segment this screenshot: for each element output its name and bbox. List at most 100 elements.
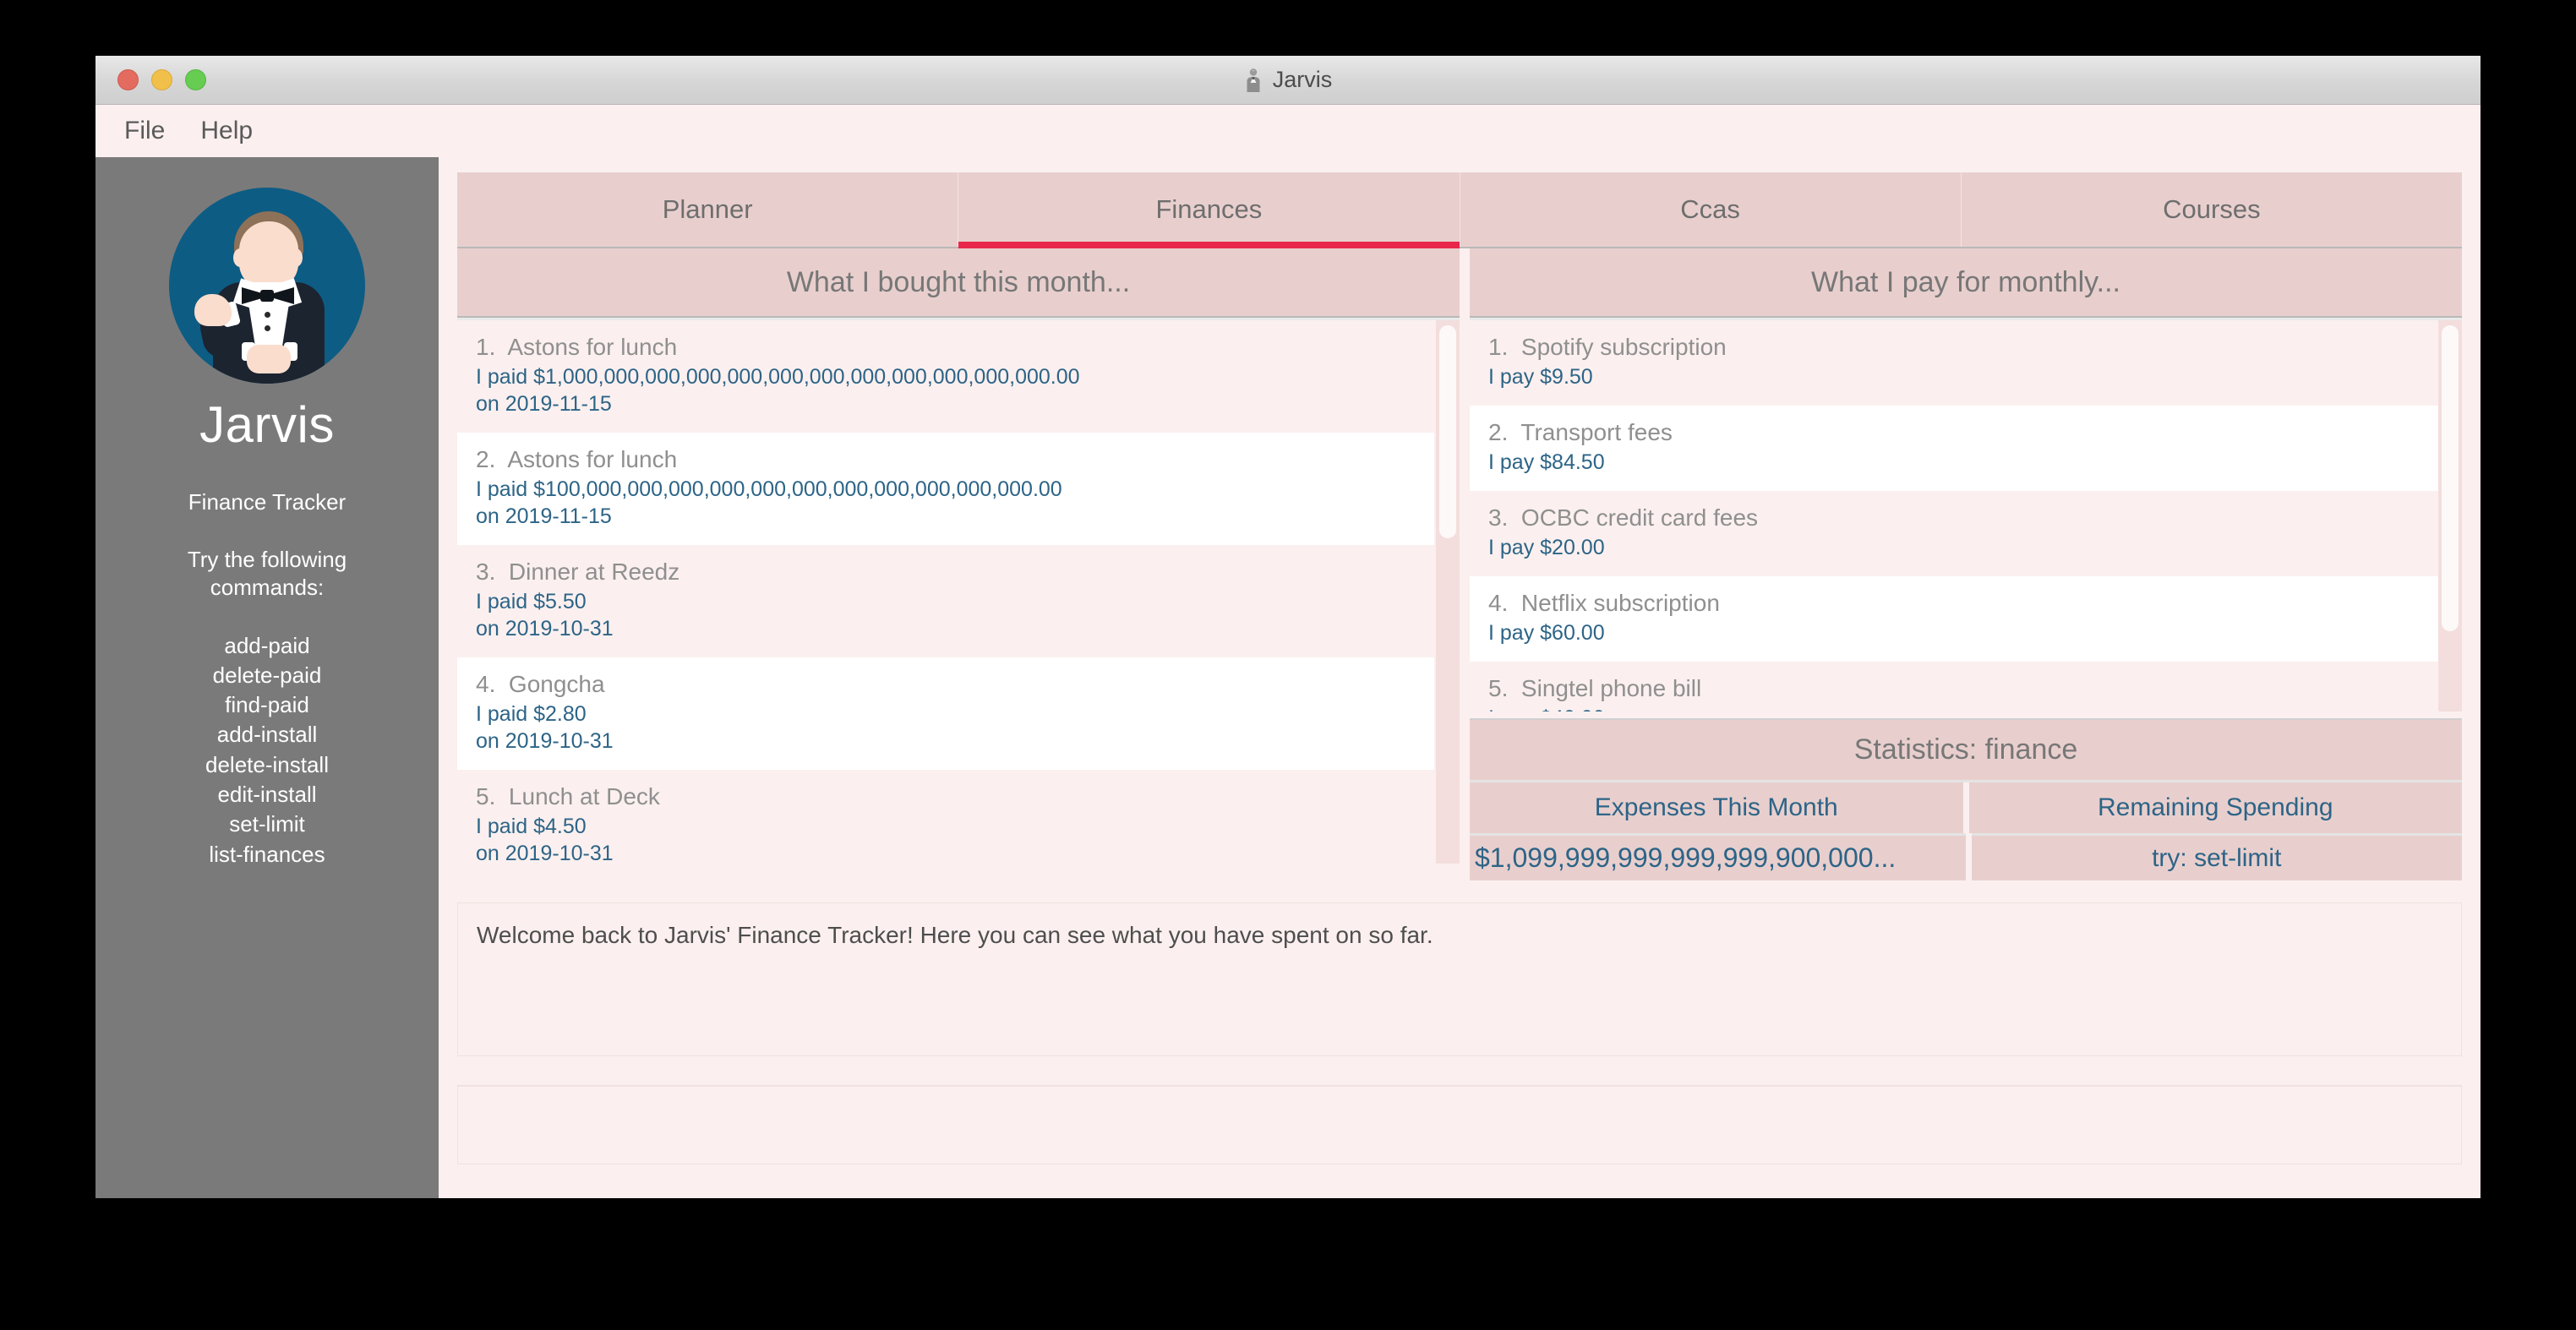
purchase-title: Astons for lunch: [507, 446, 678, 472]
list-item[interactable]: 1. Astons for lunch I paid $1,000,000,00…: [457, 320, 1434, 433]
close-window-button[interactable]: [117, 69, 139, 90]
list-item[interactable]: 1. Spotify subscription I pay $9.50: [1470, 320, 2437, 406]
subscriptions-panel: What I pay for monthly... 1. Spotify sub…: [1470, 248, 2462, 880]
window-title: Jarvis: [1272, 67, 1333, 92]
purchase-amount: I paid $5.50: [476, 590, 587, 613]
purchase-title: Astons for lunch: [507, 334, 678, 360]
window-title-group: Jarvis: [96, 67, 2480, 93]
window-controls: [117, 69, 206, 90]
subscription-index: 4.: [1488, 590, 1509, 616]
command-add-paid[interactable]: add-paid: [224, 631, 309, 660]
purchases-panel: What I bought this month... 1. Astons fo…: [457, 248, 1460, 880]
maximize-window-button[interactable]: [185, 69, 206, 90]
subscription-index: 2.: [1488, 419, 1509, 445]
purchase-date: on 2019-10-31: [476, 617, 614, 640]
subscription-amount: I pay $9.50: [1488, 365, 1593, 389]
list-item[interactable]: 3. Dinner at Reedz I paid $5.50 on 2019-…: [457, 545, 1434, 657]
tab-courses[interactable]: Courses: [1961, 172, 2462, 247]
purchase-amount: I paid $1,000,000,000,000,000,000,000,00…: [476, 365, 1080, 389]
command-add-install[interactable]: add-install: [217, 720, 318, 749]
subscription-title: Transport fees: [1520, 419, 1673, 445]
purchase-date: on 2019-10-31: [476, 729, 614, 753]
sidebar: Jarvis Finance Tracker Try the following…: [96, 157, 439, 1198]
list-item[interactable]: 3. OCBC credit card fees I pay $20.00: [1470, 491, 2437, 576]
subscriptions-scrollbar[interactable]: [2438, 320, 2462, 711]
purchase-title: Lunch at Deck: [508, 783, 660, 809]
statistics-header-expenses: Expenses This Month: [1470, 782, 1963, 833]
purchase-index: 1.: [476, 334, 496, 360]
statistics-value-remaining: try: set-limit: [1971, 833, 2462, 880]
result-output-text: Welcome back to Jarvis' Finance Tracker!…: [477, 922, 1433, 948]
application-window: Jarvis File Help Jarvis Finance Tracker …: [96, 56, 2480, 1198]
purchase-amount: I paid $4.50: [476, 815, 587, 838]
subscription-amount: I pay $84.50: [1488, 450, 1605, 474]
statistics-title: Statistics: finance: [1470, 718, 2462, 782]
purchase-date: on 2019-10-31: [476, 842, 614, 864]
purchase-index: 4.: [476, 671, 496, 697]
subscription-amount: I pay $60.00: [1488, 621, 1605, 645]
purchases-scrollbar[interactable]: [1436, 320, 1460, 864]
purchase-date: on 2019-11-15: [476, 392, 612, 416]
subscriptions-list[interactable]: 1. Spotify subscription I pay $9.50 2. T…: [1470, 318, 2462, 711]
list-item[interactable]: 5. Lunch at Deck I paid $4.50 on 2019-10…: [457, 770, 1434, 864]
tab-finances[interactable]: Finances: [958, 172, 1460, 248]
subscription-title: Netflix subscription: [1520, 590, 1720, 616]
subscription-title: Singtel phone bill: [1520, 675, 1702, 701]
command-delete-paid[interactable]: delete-paid: [213, 661, 322, 690]
list-item[interactable]: 5. Singtel phone bill I pay $40.00: [1470, 662, 2437, 711]
butler-icon: [1247, 68, 1260, 92]
purchase-date: on 2019-11-15: [476, 504, 612, 528]
title-bar: Jarvis: [96, 56, 2480, 105]
subscription-index: 5.: [1488, 675, 1509, 701]
statistics-header-remaining: Remaining Spending: [1968, 782, 2462, 833]
statistics-value-expenses: $1,099,999,999,999,999,900,000...: [1470, 833, 1966, 880]
list-item[interactable]: 4. Gongcha I paid $2.80 on 2019-10-31: [457, 657, 1434, 770]
minimize-window-button[interactable]: [151, 69, 172, 90]
window-body: Jarvis Finance Tracker Try the following…: [96, 157, 2480, 1198]
purchases-panel-header: What I bought this month...: [457, 248, 1460, 318]
purchase-index: 2.: [476, 446, 496, 472]
subscriptions-scrollbar-thumb[interactable]: [2442, 325, 2459, 631]
butler-avatar-icon: [169, 188, 365, 384]
command-delete-install[interactable]: delete-install: [205, 750, 329, 779]
command-set-limit[interactable]: set-limit: [229, 809, 305, 838]
main-content: Planner Finances Ccas Courses What I bou…: [439, 157, 2480, 1198]
panels-row: What I bought this month... 1. Astons fo…: [457, 248, 2462, 880]
sidebar-command-list: add-paid delete-paid find-paid add-insta…: [205, 631, 329, 869]
sidebar-subtitle: Finance Tracker: [188, 489, 347, 515]
tab-ccas[interactable]: Ccas: [1460, 172, 1962, 247]
sidebar-app-name: Jarvis: [199, 396, 335, 453]
tab-bar: Planner Finances Ccas Courses: [457, 172, 2462, 248]
purchase-amount: I paid $2.80: [476, 702, 587, 726]
tab-planner[interactable]: Planner: [457, 172, 959, 247]
subscriptions-panel-header: What I pay for monthly...: [1470, 248, 2462, 318]
purchases-scrollbar-thumb[interactable]: [1439, 325, 1456, 538]
purchase-index: 5.: [476, 783, 496, 809]
command-edit-install[interactable]: edit-install: [217, 780, 316, 809]
subscription-amount: I pay $20.00: [1488, 536, 1605, 559]
purchases-list[interactable]: 1. Astons for lunch I paid $1,000,000,00…: [457, 318, 1460, 864]
purchase-title: Gongcha: [508, 671, 605, 697]
command-input-box[interactable]: [457, 1085, 2462, 1164]
menu-bar: File Help: [96, 105, 2480, 157]
list-item[interactable]: 2. Transport fees I pay $84.50: [1470, 406, 2443, 491]
list-item[interactable]: 2. Astons for lunch I paid $100,000,000,…: [457, 433, 1434, 545]
result-output-box: Welcome back to Jarvis' Finance Tracker!…: [457, 902, 2462, 1056]
subscription-title: Spotify subscription: [1520, 334, 1727, 360]
command-find-paid[interactable]: find-paid: [225, 690, 309, 719]
menu-item-help[interactable]: Help: [200, 117, 253, 145]
menu-item-file[interactable]: File: [124, 117, 165, 145]
list-item[interactable]: 4. Netflix subscription I pay $60.00: [1470, 576, 2443, 662]
statistics-block: Statistics: finance Expenses This Month …: [1470, 718, 2462, 880]
statistics-header-row: Expenses This Month Remaining Spending: [1470, 782, 2462, 833]
subscription-index: 1.: [1488, 334, 1509, 360]
subscription-title: OCBC credit card fees: [1520, 504, 1759, 531]
command-list-finances[interactable]: list-finances: [209, 840, 325, 869]
sidebar-commands-hint: Try the following commands:: [187, 547, 347, 601]
subscription-index: 3.: [1488, 504, 1509, 531]
purchase-index: 3.: [476, 559, 496, 585]
statistics-value-row: $1,099,999,999,999,999,900,000... try: s…: [1470, 833, 2462, 880]
purchase-title: Dinner at Reedz: [508, 559, 680, 585]
purchase-amount: I paid $100,000,000,000,000,000,000,000,…: [476, 477, 1062, 501]
subscription-amount: I pay $40.00: [1488, 705, 2418, 711]
